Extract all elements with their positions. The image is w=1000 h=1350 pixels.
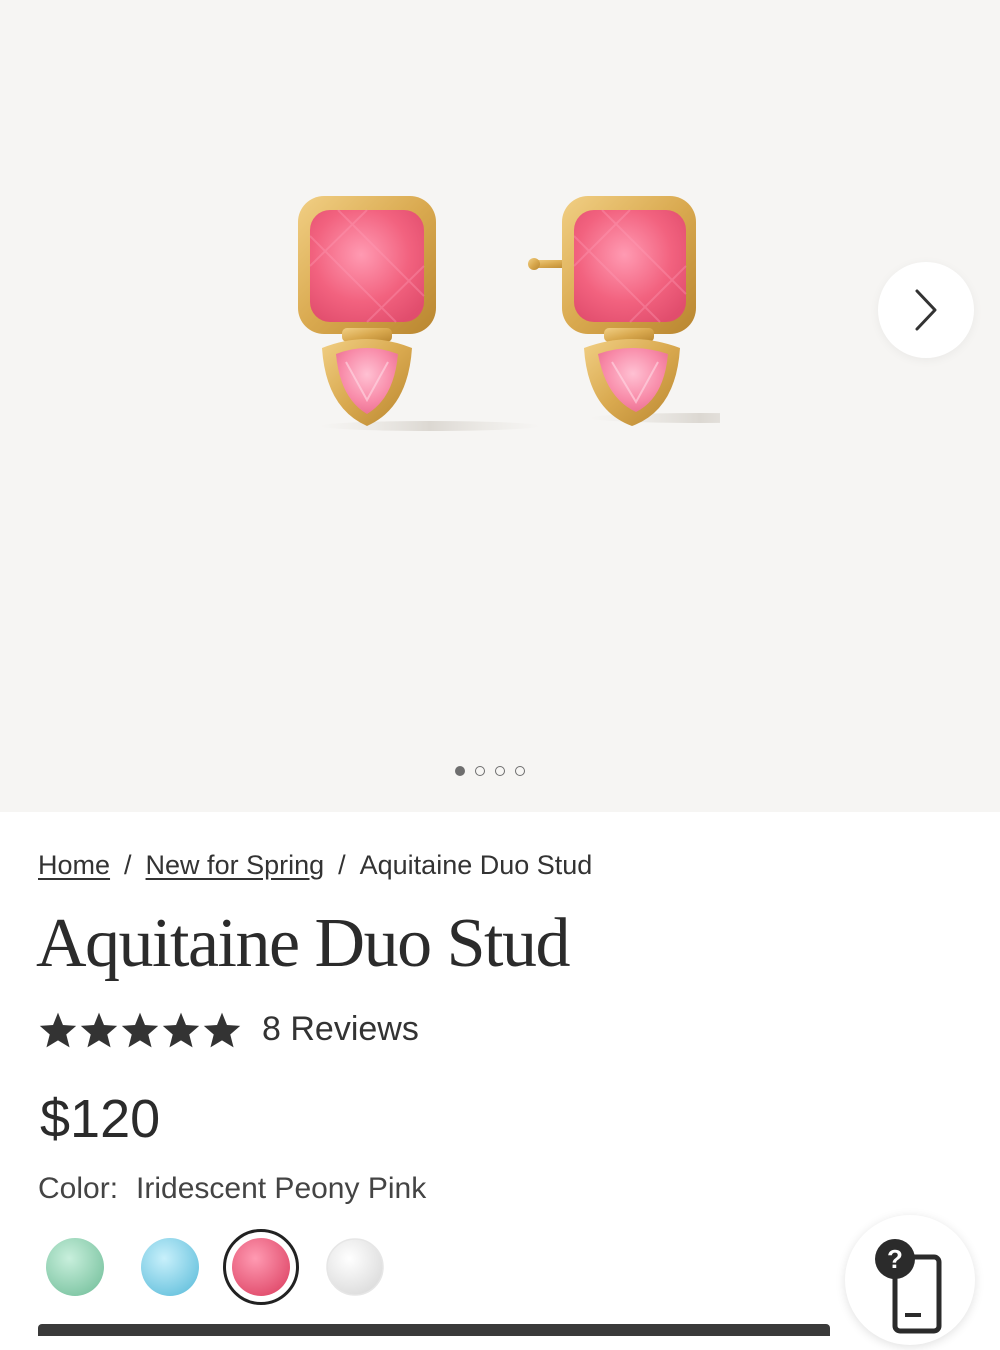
product-gallery	[0, 0, 1000, 812]
breadcrumb-category-link[interactable]: New for Spring	[146, 850, 325, 881]
help-chat-button[interactable]: ?	[845, 1215, 975, 1345]
help-chat-icon: ?	[875, 1239, 942, 1334]
star-icon	[203, 1012, 241, 1047]
gallery-dot-1[interactable]	[455, 766, 465, 776]
star-icon	[80, 1012, 118, 1047]
star-icon	[39, 1012, 77, 1047]
product-price: $120	[40, 1089, 161, 1149]
swatch-aqua[interactable]	[140, 1237, 200, 1297]
gallery-dot-3[interactable]	[495, 766, 505, 776]
svg-text:?: ?	[887, 1244, 903, 1274]
gallery-dot-4[interactable]	[515, 766, 525, 776]
breadcrumb-current: Aquitaine Duo Stud	[359, 850, 593, 880]
product-title: Aquitaine Duo Stud	[36, 905, 570, 982]
swatch-peony-pink[interactable]	[231, 1237, 291, 1297]
star-rating	[38, 1011, 242, 1049]
color-selector-label: Color: Iridescent Peony Pink	[38, 1172, 426, 1206]
breadcrumb-separator: /	[124, 850, 132, 880]
product-rating: 8 Reviews	[38, 1010, 419, 1049]
gallery-dot-2[interactable]	[475, 766, 485, 776]
breadcrumb-home-link[interactable]: Home	[38, 850, 110, 881]
star-icon	[121, 1012, 159, 1047]
product-image	[298, 196, 720, 431]
reviews-link[interactable]: 8 Reviews	[262, 1010, 419, 1049]
gallery-next-button[interactable]	[878, 262, 974, 358]
breadcrumb: Home / New for Spring / Aquitaine Duo St…	[38, 850, 592, 881]
swatch-mint[interactable]	[45, 1237, 105, 1297]
add-to-bag-bar[interactable]	[38, 1324, 830, 1336]
star-icon	[162, 1012, 200, 1047]
swatch-clear[interactable]	[325, 1237, 385, 1297]
chevron-right-icon	[915, 289, 937, 331]
color-label: Color:	[38, 1172, 119, 1205]
color-value: Iridescent Peony Pink	[136, 1172, 427, 1205]
gallery-pagination	[455, 766, 525, 776]
breadcrumb-separator: /	[338, 850, 346, 880]
